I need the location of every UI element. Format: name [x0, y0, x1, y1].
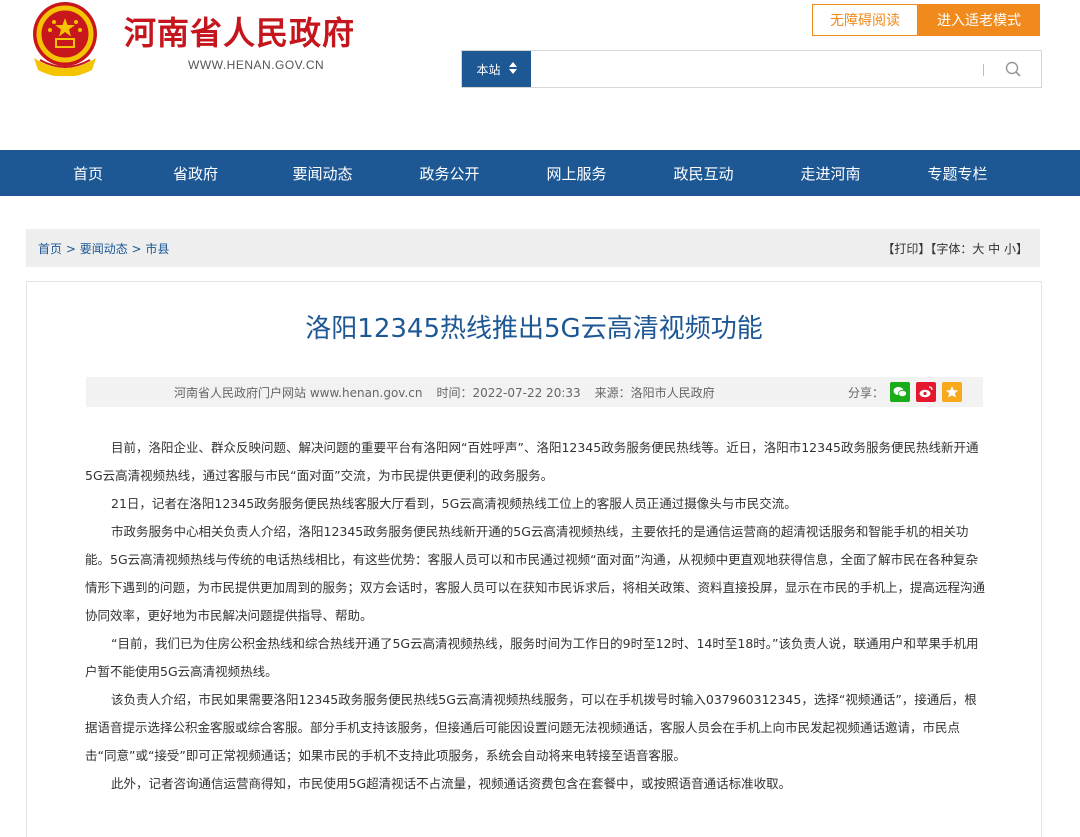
site-title[interactable]: 河南省人民政府 [124, 8, 355, 54]
meta-source: 河南省人民政府门户网站 www.henan.gov.cn [174, 385, 423, 400]
search-divider [983, 64, 984, 76]
breadcrumb: 首页 > 要闻动态 > 市县 [38, 240, 169, 257]
national-emblem-icon [26, 0, 104, 77]
breadcrumb-separator: > [62, 241, 80, 256]
search-bar: 本站 [461, 50, 1042, 88]
elder-mode-button[interactable]: 进入适老模式 [918, 4, 1040, 36]
meta-time: 时间：2022-07-22 20:33 [436, 385, 581, 400]
favorite-icon[interactable] [942, 382, 963, 402]
breadcrumb-cities[interactable]: 市县 [145, 242, 169, 256]
article-body: 目前，洛阳企业、群众反映问题、解决问题的重要平台有洛阳网“百姓呼声”、洛阳123… [85, 434, 985, 798]
site-url: WWW.HENAN.GOV.CN [188, 58, 325, 72]
search-input[interactable] [532, 51, 972, 87]
wechat-icon[interactable] [890, 382, 911, 402]
article-title: 洛阳12345热线推出5G云高清视频功能 [305, 314, 763, 344]
search-icon[interactable] [1003, 59, 1025, 81]
nav-item-government-affairs[interactable]: 政务公开 [386, 150, 513, 196]
article-paragraph: “目前，我们已为住房公积金热线和综合热线开通了5G云高清视频热线，服务时间为工作… [85, 636, 979, 679]
nav-item-provincial-government[interactable]: 省政府 [132, 150, 259, 196]
weibo-icon[interactable] [916, 382, 937, 402]
nav-item-news[interactable]: 要闻动态 [259, 150, 386, 196]
article-paragraph: 市政务服务中心相关负责人介绍，洛阳12345政务服务便民热线新开通的5G云高清视… [85, 524, 986, 623]
article-paragraph: 此外，记者咨询通信运营商得知，市民使用5G超清视话不占流量，视频通话资费包含在套… [111, 776, 792, 791]
search-scope-select[interactable]: 本站 [462, 51, 531, 87]
meta-origin: 来源：洛阳市人民政府 [594, 385, 715, 400]
nav-item-about-henan[interactable]: 走进河南 [767, 150, 894, 196]
article-container: 洛阳12345热线推出5G云高清视频功能 河南省人民政府门户网站 www.hen… [26, 281, 1042, 837]
updown-arrow-icon [508, 61, 517, 77]
share-label: 分享： [848, 385, 885, 400]
article-meta: 河南省人民政府门户网站 www.henan.gov.cn 时间：2022-07-… [86, 377, 983, 407]
breadcrumb-bar: 首页 > 要闻动态 > 市县 【打印】【字体：大 中 小】 [26, 229, 1040, 267]
article-meta-text: 河南省人民政府门户网站 www.henan.gov.cn 时间：2022-07-… [174, 377, 729, 407]
article-paragraph: 该负责人介绍，市民如果需要洛阳12345政务服务便民热线5G云高清视频热线服务，… [85, 692, 977, 763]
share-bar: 分享： [848, 377, 963, 407]
nav-item-online-services[interactable]: 网上服务 [513, 150, 640, 196]
breadcrumb-news[interactable]: 要闻动态 [80, 242, 128, 256]
article-paragraph: 目前，洛阳企业、群众反映问题、解决问题的重要平台有洛阳网“百姓呼声”、洛阳123… [85, 440, 979, 483]
main-nav: 首页 省政府 要闻动态 政务公开 网上服务 政民互动 走进河南 专题专栏 [0, 150, 1080, 196]
nav-item-home[interactable]: 首页 [44, 150, 132, 196]
breadcrumb-home[interactable]: 首页 [38, 242, 62, 256]
site-header: 河南省人民政府 WWW.HENAN.GOV.CN 无障碍阅读 进入适老模式 本站 [0, 0, 1080, 150]
breadcrumb-separator: > [127, 241, 146, 256]
accessibility-button[interactable]: 无障碍阅读 [812, 4, 918, 36]
article-paragraph: 21日，记者在洛阳12345政务服务便民热线客服大厅看到，5G云高清视频热线工位… [111, 496, 797, 511]
search-scope-label: 本站 [476, 62, 501, 77]
nav-item-interaction[interactable]: 政民互动 [640, 150, 767, 196]
print-font-tools[interactable]: 【打印】【字体：大 中 小】 [882, 240, 1028, 257]
nav-item-special-topics[interactable]: 专题专栏 [894, 150, 1021, 196]
